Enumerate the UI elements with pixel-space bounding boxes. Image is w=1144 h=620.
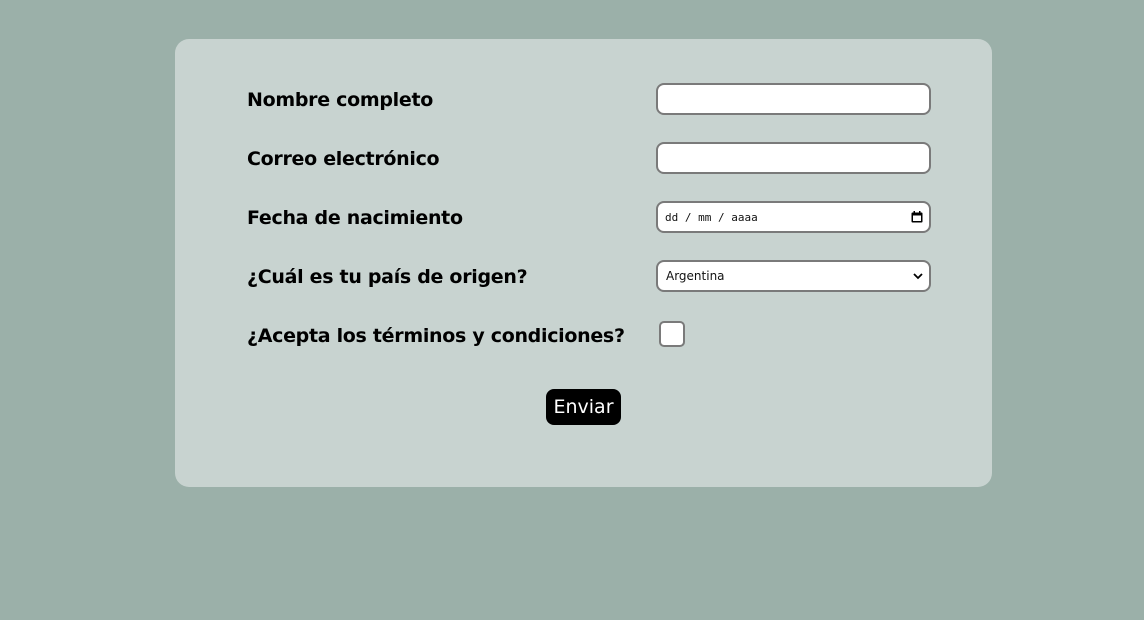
terms-checkbox[interactable] bbox=[659, 321, 685, 347]
country-label: ¿Cuál es tu país de origen? bbox=[247, 266, 528, 288]
country-select[interactable]: Argentina bbox=[656, 260, 931, 292]
chevron-down-icon bbox=[913, 272, 923, 280]
row-email: Correo electrónico bbox=[175, 142, 992, 176]
country-selected-value: Argentina bbox=[666, 269, 725, 283]
email-input[interactable] bbox=[656, 142, 931, 174]
birthdate-placeholder: dd / mm / aaaa bbox=[665, 210, 758, 224]
row-birthdate: Fecha de nacimiento dd / mm / aaaa bbox=[175, 201, 992, 235]
form-card: Nombre completo Correo electrónico Fecha… bbox=[175, 39, 992, 487]
email-label: Correo electrónico bbox=[247, 148, 440, 170]
calendar-icon[interactable] bbox=[911, 211, 923, 223]
terms-label: ¿Acepta los términos y condiciones? bbox=[247, 325, 625, 347]
row-country: ¿Cuál es tu país de origen? Argentina bbox=[175, 260, 992, 294]
row-terms: ¿Acepta los términos y condiciones? bbox=[175, 319, 992, 353]
full-name-label: Nombre completo bbox=[247, 89, 433, 111]
birthdate-label: Fecha de nacimiento bbox=[247, 207, 463, 229]
submit-button[interactable]: Enviar bbox=[546, 389, 621, 425]
full-name-input[interactable] bbox=[656, 83, 931, 115]
row-full-name: Nombre completo bbox=[175, 83, 992, 117]
birthdate-input[interactable]: dd / mm / aaaa bbox=[656, 201, 931, 233]
